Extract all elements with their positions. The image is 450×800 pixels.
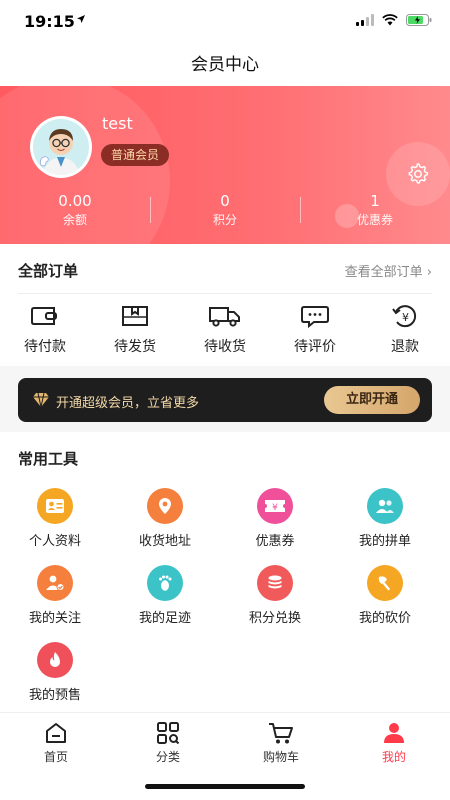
tool-bargain[interactable]: 我的砍价 xyxy=(335,565,435,626)
stat-value: 0.00 xyxy=(58,192,92,210)
status-indicators xyxy=(356,14,432,26)
svg-text:¥: ¥ xyxy=(402,311,409,324)
order-label: 待发货 xyxy=(114,339,156,355)
tool-label: 我的预售 xyxy=(28,688,81,703)
tool-points-exchange[interactable]: 积分兑换 xyxy=(225,565,325,626)
flame-icon xyxy=(37,642,73,678)
tool-follow[interactable]: 我的关注 xyxy=(5,565,105,626)
order-label: 待收货 xyxy=(204,339,246,355)
tab-label: 分类 xyxy=(155,750,180,764)
tool-label: 个人资料 xyxy=(28,534,81,549)
signal-icon xyxy=(356,14,374,26)
tool-label: 优惠券 xyxy=(255,534,295,549)
truck-icon xyxy=(209,307,240,327)
group-icon xyxy=(367,488,403,524)
orders-header: 全部订单 查看全部订单 › xyxy=(18,244,432,294)
status-bar: 19:15 xyxy=(0,0,450,44)
view-all-orders-link[interactable]: 查看全部订单 › xyxy=(345,261,432,280)
wifi-icon xyxy=(382,14,398,26)
stat-value: 0 xyxy=(220,192,230,210)
tool-coupon[interactable]: ¥ 优惠券 xyxy=(225,488,325,549)
member-level-badge: 普通会员 xyxy=(101,144,170,166)
tool-group-buy[interactable]: 我的拼单 xyxy=(335,488,435,549)
tab-label: 购物车 xyxy=(262,750,299,764)
tab-cart[interactable]: 购物车 xyxy=(236,721,326,765)
stat-value: 1 xyxy=(370,192,380,210)
order-refund[interactable]: ¥ 退款 xyxy=(369,302,441,356)
order-pending-review[interactable]: 待评价 xyxy=(279,302,351,356)
package-icon xyxy=(122,306,148,326)
username: test xyxy=(102,114,133,133)
tool-label: 我的砍价 xyxy=(358,611,411,626)
tool-label: 收货地址 xyxy=(138,534,191,549)
axe-icon xyxy=(367,565,403,601)
stat-balance[interactable]: 0.00 余额 xyxy=(0,191,150,231)
stat-label: 积分 xyxy=(212,213,237,227)
avatar-doctor-illustration-icon xyxy=(33,119,89,175)
gear-icon xyxy=(408,163,429,184)
tools-title: 常用工具 xyxy=(18,450,79,468)
tool-address[interactable]: 收货地址 xyxy=(115,488,215,549)
order-pending-payment[interactable]: 待付款 xyxy=(9,302,81,356)
order-label: 退款 xyxy=(391,339,419,355)
vip-promo-text: 开通超级会员，立省更多 xyxy=(56,396,200,411)
cart-icon xyxy=(269,723,293,744)
profile-header: test 普通会员 0.00 余额 0 积分 1 优惠券 xyxy=(0,86,450,244)
vip-banner[interactable]: 开通超级会员，立省更多 立即开通 xyxy=(18,378,432,422)
profile-card-icon xyxy=(37,488,73,524)
tool-footprint[interactable]: 我的足迹 xyxy=(115,565,215,626)
order-label: 待评价 xyxy=(294,339,336,355)
vip-activate-button[interactable]: 立即开通 xyxy=(324,386,420,414)
home-indicator xyxy=(145,784,305,789)
stat-label: 余额 xyxy=(62,213,87,227)
footprint-icon xyxy=(147,565,183,601)
tab-home[interactable]: 首页 xyxy=(11,721,101,765)
tab-label: 我的 xyxy=(381,750,406,764)
orders-card: 全部订单 查看全部订单 › 待付款 待发货 待收货 待评价 ¥ 退款 xyxy=(0,244,450,366)
category-icon xyxy=(157,722,180,744)
order-pending-shipment[interactable]: 待发货 xyxy=(99,302,171,356)
tool-label: 我的拼单 xyxy=(358,534,411,549)
tool-presale[interactable]: 我的预售 xyxy=(5,642,105,703)
stat-points[interactable]: 0 积分 xyxy=(150,191,300,231)
refund-icon: ¥ xyxy=(392,305,417,328)
status-time: 19:15 xyxy=(24,12,75,31)
home-icon xyxy=(46,723,66,743)
stat-coupons[interactable]: 1 优惠券 xyxy=(300,191,450,231)
coupon-icon: ¥ xyxy=(257,488,293,524)
user-icon xyxy=(384,723,404,743)
wallet-icon xyxy=(31,307,57,325)
nav-bar: 会员中心 xyxy=(0,44,450,86)
order-status-row: 待付款 待发货 待收货 待评价 ¥ 退款 xyxy=(0,302,450,356)
orders-title: 全部订单 xyxy=(18,262,79,280)
location-arrow-icon xyxy=(76,13,86,27)
avatar[interactable] xyxy=(30,116,92,178)
tool-label: 我的足迹 xyxy=(138,611,191,626)
order-label: 待付款 xyxy=(24,339,66,355)
page-title: 会员中心 xyxy=(191,55,259,75)
tab-category[interactable]: 分类 xyxy=(123,721,213,765)
follow-icon xyxy=(37,565,73,601)
stat-label: 优惠券 xyxy=(356,213,393,227)
tool-profile[interactable]: 个人资料 xyxy=(5,488,105,549)
tools-section: 常用工具 个人资料 收货地址 ¥ 优惠券 我的拼单 我的关注 我的足迹 积分兑换… xyxy=(0,432,450,712)
tab-mine[interactable]: 我的 xyxy=(349,721,439,765)
vip-diamond-icon xyxy=(32,392,50,412)
location-pin-icon xyxy=(147,488,183,524)
order-pending-receipt[interactable]: 待收货 xyxy=(189,302,261,356)
member-center-page: 19:15 会员中心 test 普通会员 0.00 余额 0 积分 1 优惠券 … xyxy=(0,0,450,800)
svg-text:¥: ¥ xyxy=(272,503,278,513)
tool-label: 积分兑换 xyxy=(248,611,301,626)
tool-label: 我的关注 xyxy=(28,611,81,626)
account-stats: 0.00 余额 0 积分 1 优惠券 xyxy=(0,191,450,231)
battery-charging-icon xyxy=(406,14,432,26)
comment-icon xyxy=(301,306,329,328)
tab-label: 首页 xyxy=(43,750,68,764)
points-coins-icon xyxy=(257,565,293,601)
